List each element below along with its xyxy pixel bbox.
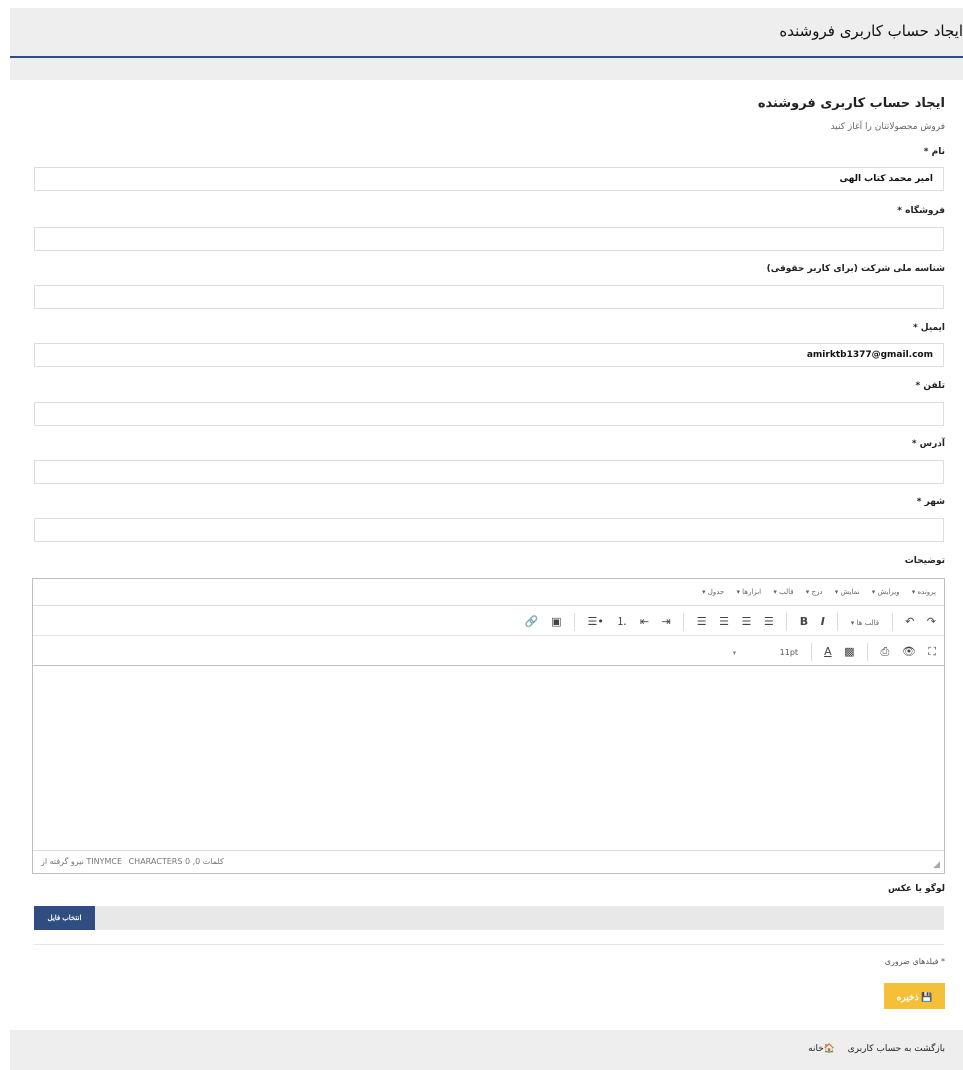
indent-icon[interactable]: ⇥ xyxy=(662,615,671,628)
preview-icon[interactable]: 👁 xyxy=(902,645,916,658)
store-field[interactable] xyxy=(34,227,944,251)
footer: بازگشت به حساب کاربری 🏠خانه xyxy=(10,1030,963,1070)
file-input[interactable]: انتخاب فایل xyxy=(34,906,944,930)
divider xyxy=(34,944,944,945)
bullet-list-icon[interactable]: •☰ xyxy=(588,615,604,628)
menu-format[interactable]: قالب ▾ xyxy=(773,588,793,596)
home-link[interactable]: 🏠خانه xyxy=(808,1044,835,1054)
company-id-label: شناسه ملی شرکت (برای کاربر حقوقی) xyxy=(766,264,945,274)
back-to-account-link[interactable]: بازگشت به حساب کاربری xyxy=(848,1044,945,1054)
required-note: * فیلدهای ضروری xyxy=(884,957,945,966)
page-title: ایجاد حساب کاربری فروشنده xyxy=(779,22,963,40)
form-subtitle: فروش محصولاتتان را آغاز کنید xyxy=(830,122,945,132)
name-field[interactable]: امیر محمد کتاب الهی xyxy=(34,167,944,191)
word-count: نیرو گرفته از TINYMCE CHARACTERS 0 ,کلما… xyxy=(41,857,224,866)
formats-dropdown[interactable]: قالب ها ▾ xyxy=(851,619,879,627)
name-label: نام * xyxy=(923,147,945,157)
undo-icon[interactable]: ↶ xyxy=(905,615,914,628)
phone-label: تلفن * xyxy=(915,381,945,391)
italic-icon[interactable]: I xyxy=(821,615,825,628)
store-label: فروشگاه * xyxy=(897,206,945,216)
menu-insert[interactable]: درج ▾ xyxy=(806,588,823,596)
menu-edit[interactable]: ویرایش ▾ xyxy=(872,588,900,596)
align-right-icon[interactable]: ☰ xyxy=(742,615,752,628)
font-family-dropdown[interactable]: ▾ xyxy=(733,649,737,657)
editor-menubar: پرونده ▾ ویرایش ▾ نمایش ▾ درج ▾ قالب ▾ ا… xyxy=(33,579,944,606)
form-title: ایجاد حساب کاربری فروشنده xyxy=(757,96,945,111)
address-field[interactable] xyxy=(34,460,944,484)
outdent-icon[interactable]: ⇤ xyxy=(640,615,649,628)
menu-view[interactable]: نمایش ▾ xyxy=(835,588,860,596)
align-left-icon[interactable]: ☰ xyxy=(697,615,707,628)
page-header: ایجاد حساب کاربری فروشنده xyxy=(10,8,963,58)
fullscreen-icon[interactable]: ⛶ xyxy=(928,645,936,659)
print-icon[interactable]: ⎙ xyxy=(881,645,890,659)
editor-toolbar-2: ⛶ 👁 ⎙ ▩ A 11pt ▾ xyxy=(33,635,944,666)
address-label: آدرس * xyxy=(911,439,945,449)
align-center-icon[interactable]: ☰ xyxy=(719,615,729,628)
text-color-icon[interactable]: A xyxy=(824,645,832,658)
form-panel xyxy=(12,80,963,1026)
company-id-field[interactable] xyxy=(34,285,944,309)
email-field[interactable]: amirktb1377@gmail.com xyxy=(34,343,944,367)
image-icon[interactable]: ▣ xyxy=(551,615,561,628)
redo-icon[interactable]: ↷ xyxy=(927,615,936,628)
editor-toolbar-1: ↷ ↶ قالب ها ▾ I B ☰ ☰ ☰ ☰ ⇥ ⇤ ⒈ •☰ ▣ 🔗 xyxy=(33,605,944,636)
background-color-icon[interactable]: ▩ xyxy=(844,645,854,658)
menu-file[interactable]: پرونده ▾ xyxy=(912,588,936,596)
link-icon[interactable]: 🔗 xyxy=(525,615,539,628)
rich-text-editor: پرونده ▾ ویرایش ▾ نمایش ▾ درج ▾ قالب ▾ ا… xyxy=(32,578,945,874)
menu-tools[interactable]: ابزارها ▾ xyxy=(736,588,761,596)
city-label: شهر * xyxy=(916,497,945,507)
font-size-dropdown[interactable]: 11pt xyxy=(780,648,798,657)
city-field[interactable] xyxy=(34,518,944,542)
resize-handle-icon[interactable]: ◢ xyxy=(933,860,940,870)
logo-label: لوگو یا عکس xyxy=(887,884,945,894)
email-label: ایمیل * xyxy=(912,323,945,333)
save-button[interactable]: 💾 ذخیره xyxy=(884,983,945,1009)
choose-file-button[interactable]: انتخاب فایل xyxy=(34,906,95,930)
numbered-list-icon[interactable]: ⒈ xyxy=(616,613,627,629)
header-spacer xyxy=(10,58,963,80)
phone-field[interactable] xyxy=(34,402,944,426)
bold-icon[interactable]: B xyxy=(800,615,808,628)
menu-table[interactable]: جدول ▾ xyxy=(702,588,724,596)
editor-statusbar: نیرو گرفته از TINYMCE CHARACTERS 0 ,کلما… xyxy=(33,850,944,873)
editor-content-area[interactable] xyxy=(33,666,944,851)
description-label: توضیحات xyxy=(904,556,945,566)
align-justify-icon[interactable]: ☰ xyxy=(764,615,774,628)
